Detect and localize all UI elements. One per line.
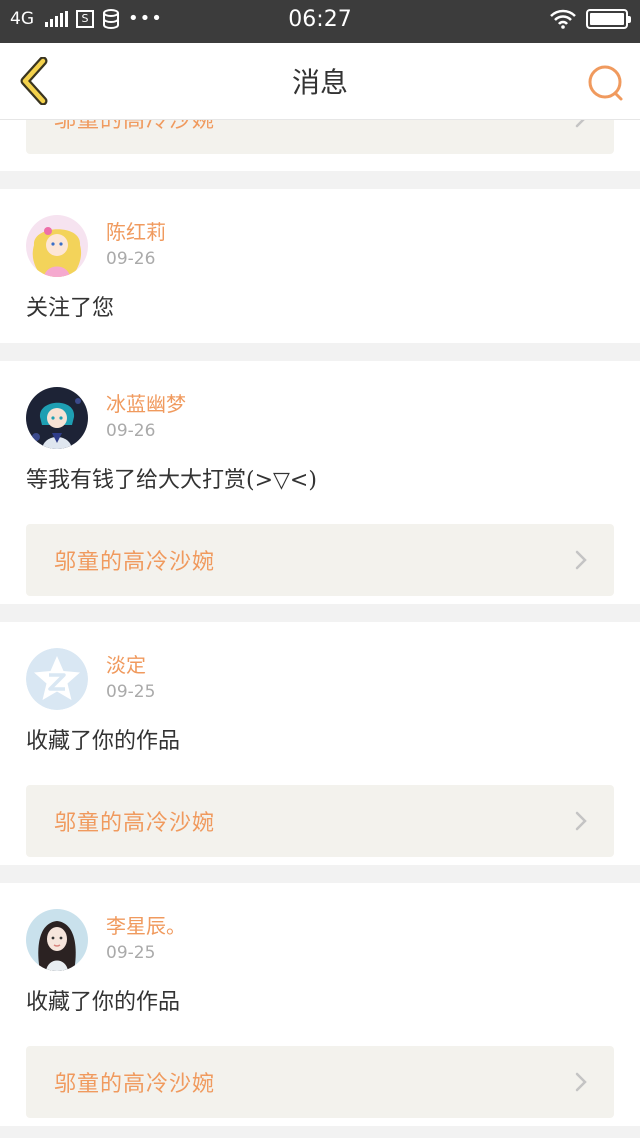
work-title: 邬童的高冷沙婉 xyxy=(54,550,216,575)
work-title: 邬童的高冷沙婉 xyxy=(54,1072,216,1097)
work-title: 邬童的高冷沙婉 xyxy=(54,811,216,836)
battery-fill xyxy=(590,13,624,25)
user-meta: 陈红莉 09-26 xyxy=(106,215,166,271)
message-text: 等我有钱了给大大打赏(>▽<) xyxy=(26,468,317,493)
anime-girl-avatar-icon xyxy=(26,215,88,277)
battery-icon xyxy=(586,9,631,29)
search-button[interactable] xyxy=(586,63,626,103)
message-card: 冰蓝幽梦 09-26 等我有钱了给大大打赏(>▽<) 邬童的高冷沙婉 xyxy=(0,361,640,604)
message-header: 冰蓝幽梦 09-26 xyxy=(26,361,614,451)
divider xyxy=(0,604,640,622)
avatar[interactable] xyxy=(26,215,88,277)
divider xyxy=(0,1126,640,1138)
message-text: 收藏了你的作品 xyxy=(26,990,181,1015)
message-card: 淡定 09-25 收藏了你的作品 邬童的高冷沙婉 xyxy=(0,622,640,865)
message-card: 陈红莉 09-26 关注了您 xyxy=(0,189,640,343)
divider xyxy=(0,171,640,189)
message-header: 李星辰。 09-25 xyxy=(26,883,614,973)
message-card-partial: 邬童的高冷沙婉 xyxy=(0,120,640,171)
message-text: 关注了您 xyxy=(26,296,115,321)
username[interactable]: 陈红莉 xyxy=(106,219,166,245)
chevron-right-icon xyxy=(575,811,587,831)
wifi-icon xyxy=(550,9,576,29)
chevron-right-icon xyxy=(575,1072,587,1092)
message-date: 09-26 xyxy=(106,249,156,269)
username[interactable]: 淡定 xyxy=(106,652,155,678)
status-bar: 4G S ••• 06:27 xyxy=(0,0,640,43)
work-title: 邬童的高冷沙婉 xyxy=(54,120,216,133)
work-link[interactable]: 邬童的高冷沙婉 xyxy=(26,785,614,857)
page-title: 消息 xyxy=(291,66,348,99)
divider xyxy=(0,343,640,361)
work-link[interactable]: 邬童的高冷沙婉 xyxy=(26,120,614,154)
nav-header: 消息 xyxy=(0,43,640,120)
message-text: 收藏了你的作品 xyxy=(26,729,181,754)
username[interactable]: 李星辰。 xyxy=(106,913,186,939)
message-card: 李星辰。 09-25 收藏了你的作品 邬童的高冷沙婉 xyxy=(0,883,640,1126)
user-meta: 冰蓝幽梦 09-26 xyxy=(106,387,186,443)
avatar[interactable] xyxy=(26,387,88,449)
message-list[interactable]: 邬童的高冷沙婉 陈红莉 09-26 关注了您 冰蓝幽梦 09-26 等我有钱了给… xyxy=(0,120,640,1138)
search-icon xyxy=(588,65,623,101)
message-header: 淡定 09-25 xyxy=(26,622,614,712)
chevron-right-icon xyxy=(575,550,587,570)
message-date: 09-26 xyxy=(106,421,156,441)
work-link[interactable]: 邬童的高冷沙婉 xyxy=(26,1046,614,1118)
divider xyxy=(0,865,640,883)
user-meta: 淡定 09-25 xyxy=(106,648,155,704)
avatar[interactable] xyxy=(26,648,88,710)
work-link[interactable]: 邬童的高冷沙婉 xyxy=(26,524,614,596)
username[interactable]: 冰蓝幽梦 xyxy=(106,391,186,417)
message-header: 陈红莉 09-26 xyxy=(26,189,614,279)
photo-girl-avatar-icon xyxy=(26,909,88,971)
avatar[interactable] xyxy=(26,909,88,971)
default-qzone-avatar-icon xyxy=(26,648,88,710)
message-date: 09-25 xyxy=(106,682,156,702)
user-meta: 李星辰。 09-25 xyxy=(106,909,186,965)
anime-boy-avatar-icon xyxy=(26,387,88,449)
chevron-right-icon xyxy=(575,120,585,128)
message-date: 09-25 xyxy=(106,943,156,963)
status-right xyxy=(550,9,631,29)
clock: 06:27 xyxy=(288,7,352,32)
